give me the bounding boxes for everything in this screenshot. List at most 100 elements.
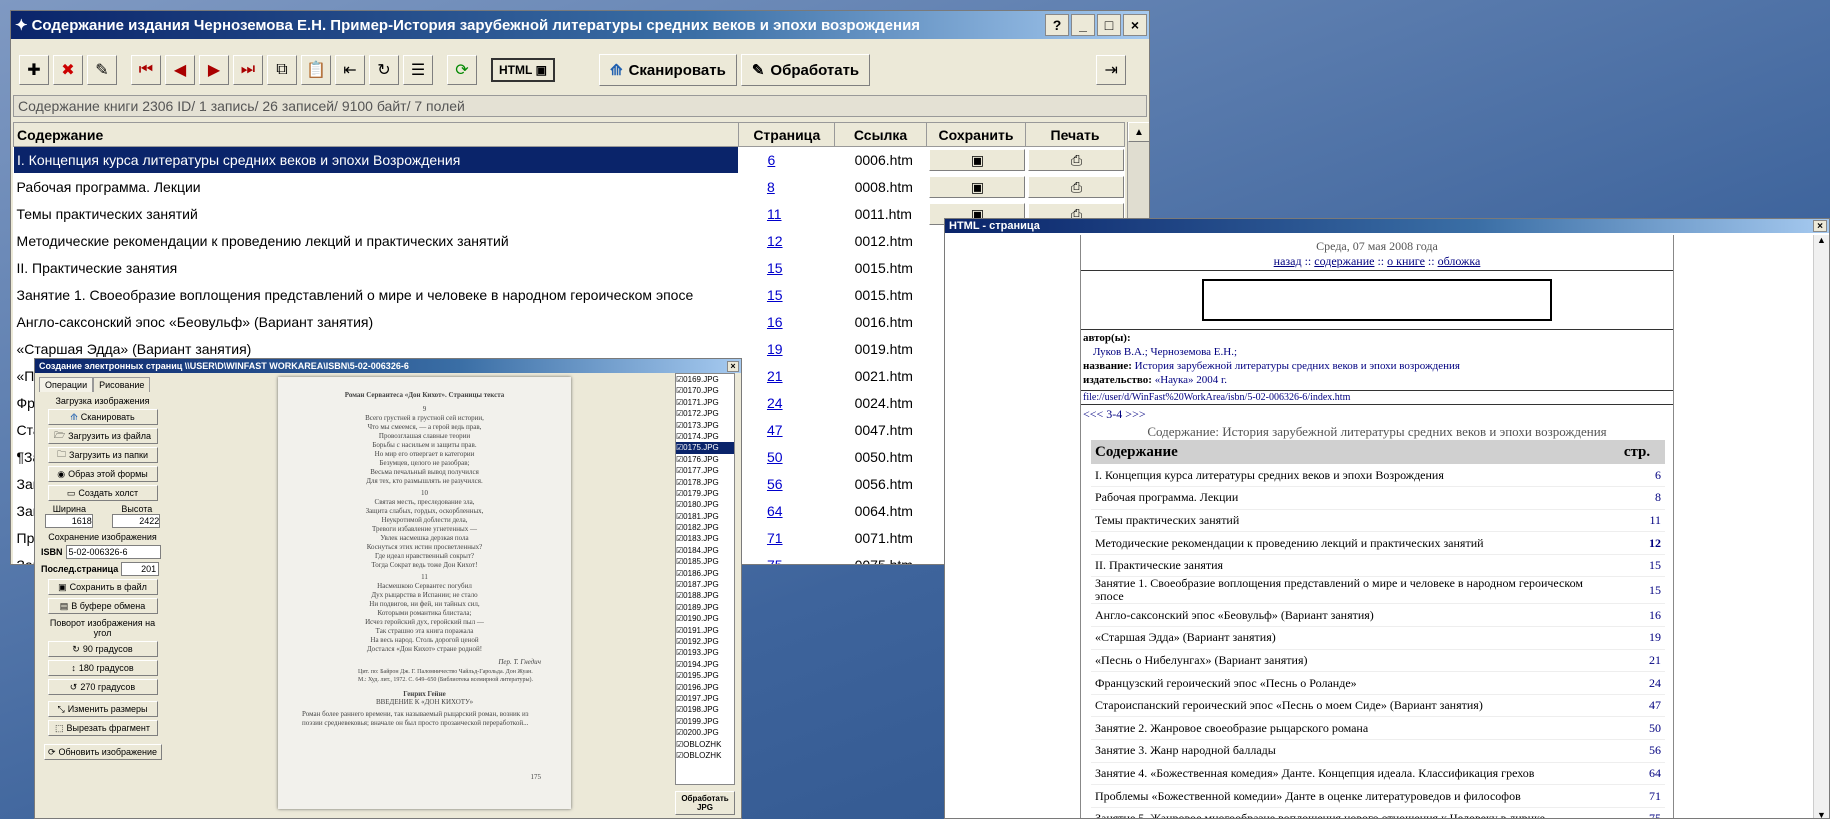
print-icon[interactable]: ⎙ (1028, 176, 1125, 198)
toc-row[interactable]: «Песнь о Нибелунгах» (Вариант занятия) 21 (1091, 649, 1665, 673)
file-item[interactable]: ☑0198.JPG (676, 704, 734, 715)
copy-icon[interactable]: ⧉ (267, 55, 297, 85)
col-link[interactable]: Ссылка (834, 122, 927, 147)
file-item[interactable]: ☑0175.JPG (676, 442, 734, 454)
toc-row[interactable]: Рабочая программа. Лекции 8 (1091, 486, 1665, 510)
tab-operations[interactable]: Операции (39, 377, 94, 392)
scan-title-bar[interactable]: Создание электронных страниц \\USER\D\WI… (35, 359, 741, 373)
form-image-button[interactable]: ◉ Образ этой формы (47, 466, 158, 482)
toc-row[interactable]: Занятие 5. Жанровое многообразие воплоще… (1091, 807, 1665, 818)
toc-title[interactable]: Занятие 3. Жанр народной баллады (1091, 739, 1609, 763)
toc-row[interactable]: II. Практические занятия 15 (1091, 554, 1665, 578)
row-page-link[interactable]: 47 (739, 417, 835, 444)
refresh-image-button[interactable]: ⟳ Обновить изображение (43, 744, 162, 760)
first-record-icon[interactable]: ⏮ (131, 55, 161, 85)
row-page-link[interactable]: 8 (739, 174, 835, 201)
delete-icon[interactable]: ✖ (53, 55, 83, 85)
toc-page[interactable]: 8 (1609, 486, 1665, 510)
edit-icon[interactable]: ✎ (87, 55, 117, 85)
toc-page[interactable]: 11 (1609, 509, 1665, 533)
last-page-input[interactable] (121, 562, 160, 576)
file-item[interactable]: ☑0191.JPG (676, 625, 734, 636)
toc-row[interactable]: Занятие 4. «Божественная комедия» Данте.… (1091, 762, 1665, 786)
row-title[interactable]: Рабочая программа. Лекции (14, 174, 739, 201)
html-title-bar[interactable]: HTML - страница × (945, 219, 1829, 233)
file-item[interactable]: ☑0176.JPG (676, 454, 734, 465)
toc-title[interactable]: Методические рекомендации к проведению л… (1091, 531, 1609, 555)
row-page-link[interactable]: 11 (739, 201, 835, 228)
nav-cover[interactable]: обложка (1438, 254, 1481, 268)
file-item[interactable]: ☑0182.JPG (676, 522, 734, 533)
file-item[interactable]: ☑0196.JPG (676, 682, 734, 693)
file-item[interactable]: ☑0183.JPG (676, 533, 734, 544)
toc-page[interactable]: 19 (1609, 626, 1665, 650)
row-title[interactable]: II. Практические занятия (14, 255, 739, 282)
width-input[interactable] (44, 514, 93, 528)
toc-title[interactable]: Занятие 1. Своеобразие воплощения предст… (1091, 576, 1609, 605)
add-icon[interactable]: ✚ (19, 55, 49, 85)
row-page-link[interactable]: 15 (739, 282, 835, 309)
prev-record-icon[interactable]: ◀ (165, 55, 195, 85)
cut-fragment-button[interactable]: ⬚ Вырезать фрагмент (47, 720, 158, 736)
row-page-link[interactable]: 50 (739, 444, 835, 471)
col-page[interactable]: Страница (738, 122, 836, 147)
row-page-link[interactable]: 64 (739, 498, 835, 525)
toc-row[interactable]: Занятие 1. Своеобразие воплощения предст… (1091, 576, 1665, 605)
next-record-icon[interactable]: ▶ (199, 55, 229, 85)
toc-page[interactable]: 71 (1609, 784, 1665, 808)
toc-title[interactable]: Темы практических занятий (1091, 509, 1609, 533)
toc-page[interactable]: 12 (1609, 531, 1665, 555)
rotate-180-button[interactable]: ↕ 180 градусов (47, 660, 158, 676)
rotate-90-button[interactable]: ↻ 90 градусов (47, 641, 158, 657)
jpg-file-list[interactable]: ☑0169.JPG ☑0170.JPG ☑0171.JPG ☑0172.JPG ☑017… (675, 373, 735, 785)
toc-title[interactable]: Французский героический эпос «Песнь о Ро… (1091, 671, 1609, 695)
save-icon[interactable]: ▣ (929, 149, 1026, 172)
html-scroll-down-icon[interactable]: ▼ (1814, 810, 1829, 818)
toc-page[interactable]: 47 (1609, 694, 1665, 718)
nav-back[interactable]: назад (1274, 254, 1302, 268)
file-item[interactable]: ☑0169.JPG (676, 374, 734, 385)
toc-page[interactable]: 16 (1609, 603, 1665, 628)
toc-page[interactable]: 50 (1609, 716, 1665, 741)
row-title[interactable]: Англо-саксонский эпос «Беовульф» (Вариан… (14, 309, 739, 336)
toc-row[interactable]: I. Концепция курса литературы средних ве… (1091, 464, 1665, 488)
file-item[interactable]: ☑0186.JPG (676, 568, 734, 579)
row-page-link[interactable]: 21 (739, 363, 835, 390)
file-item[interactable]: ☑0185.JPG (676, 556, 734, 567)
file-item[interactable]: ☑OBLOZHK (676, 750, 734, 761)
toc-page[interactable]: 56 (1609, 739, 1665, 763)
file-item[interactable]: ☑0181.JPG (676, 511, 734, 522)
row-page-link[interactable]: 75 (739, 552, 835, 564)
file-item[interactable]: ☑0199.JPG (676, 716, 734, 727)
help-button[interactable]: ? (1045, 14, 1069, 36)
row-page-link[interactable]: 16 (739, 309, 835, 336)
file-item[interactable]: ☑0188.JPG (676, 590, 734, 601)
process-button[interactable]: ✎ Обработать (740, 54, 871, 86)
resize-button[interactable]: ⤡ Изменить размеры (47, 701, 158, 717)
height-input[interactable] (112, 514, 161, 528)
toc-title[interactable]: «Песнь о Нибелунгах» (Вариант занятия) (1091, 649, 1609, 673)
row-page-link[interactable]: 56 (739, 471, 835, 498)
title-bar[interactable]: ✦ Содержание издания Черноземова Е.Н. Пр… (11, 11, 1149, 39)
file-item[interactable]: ☑OBLOZHK (676, 739, 734, 750)
row-title[interactable]: Темы практических занятий (14, 201, 739, 228)
toc-row[interactable]: Занятие 3. Жанр народной баллады 56 (1091, 739, 1665, 763)
toc-row[interactable]: Проблемы «Божественной комедии» Данте в … (1091, 784, 1665, 808)
toc-page[interactable]: 15 (1609, 576, 1665, 605)
nav-about[interactable]: о книге (1387, 254, 1425, 268)
toc-title[interactable]: Занятие 2. Жанровое своеобразие рыцарско… (1091, 716, 1609, 741)
nav-contents[interactable]: содержание (1314, 254, 1374, 268)
toc-title[interactable]: I. Концепция курса литературы средних ве… (1091, 464, 1609, 488)
row-page-link[interactable]: 6 (739, 147, 835, 174)
toc-row[interactable]: Темы практических занятий 11 (1091, 509, 1665, 533)
toc-title[interactable]: «Старшая Эдда» (Вариант занятия) (1091, 626, 1609, 650)
save-icon[interactable]: ▣ (929, 176, 1026, 198)
table-row[interactable]: I. Концепция курса литературы средних ве… (12, 146, 1125, 174)
file-item[interactable]: ☑0170.JPG (676, 385, 734, 396)
minimize-button[interactable]: _ (1071, 14, 1095, 36)
process-jpg-button[interactable]: Обработать JPG (675, 791, 735, 815)
load-file-button[interactable]: 🗁 Загрузить из файла (47, 428, 158, 444)
html-scrollbar[interactable]: ▲ ▼ (1813, 235, 1829, 818)
toc-row[interactable]: Занятие 2. Жанровое своеобразие рыцарско… (1091, 716, 1665, 741)
toc-title[interactable]: Староиспанский героический эпос «Песнь о… (1091, 694, 1609, 718)
